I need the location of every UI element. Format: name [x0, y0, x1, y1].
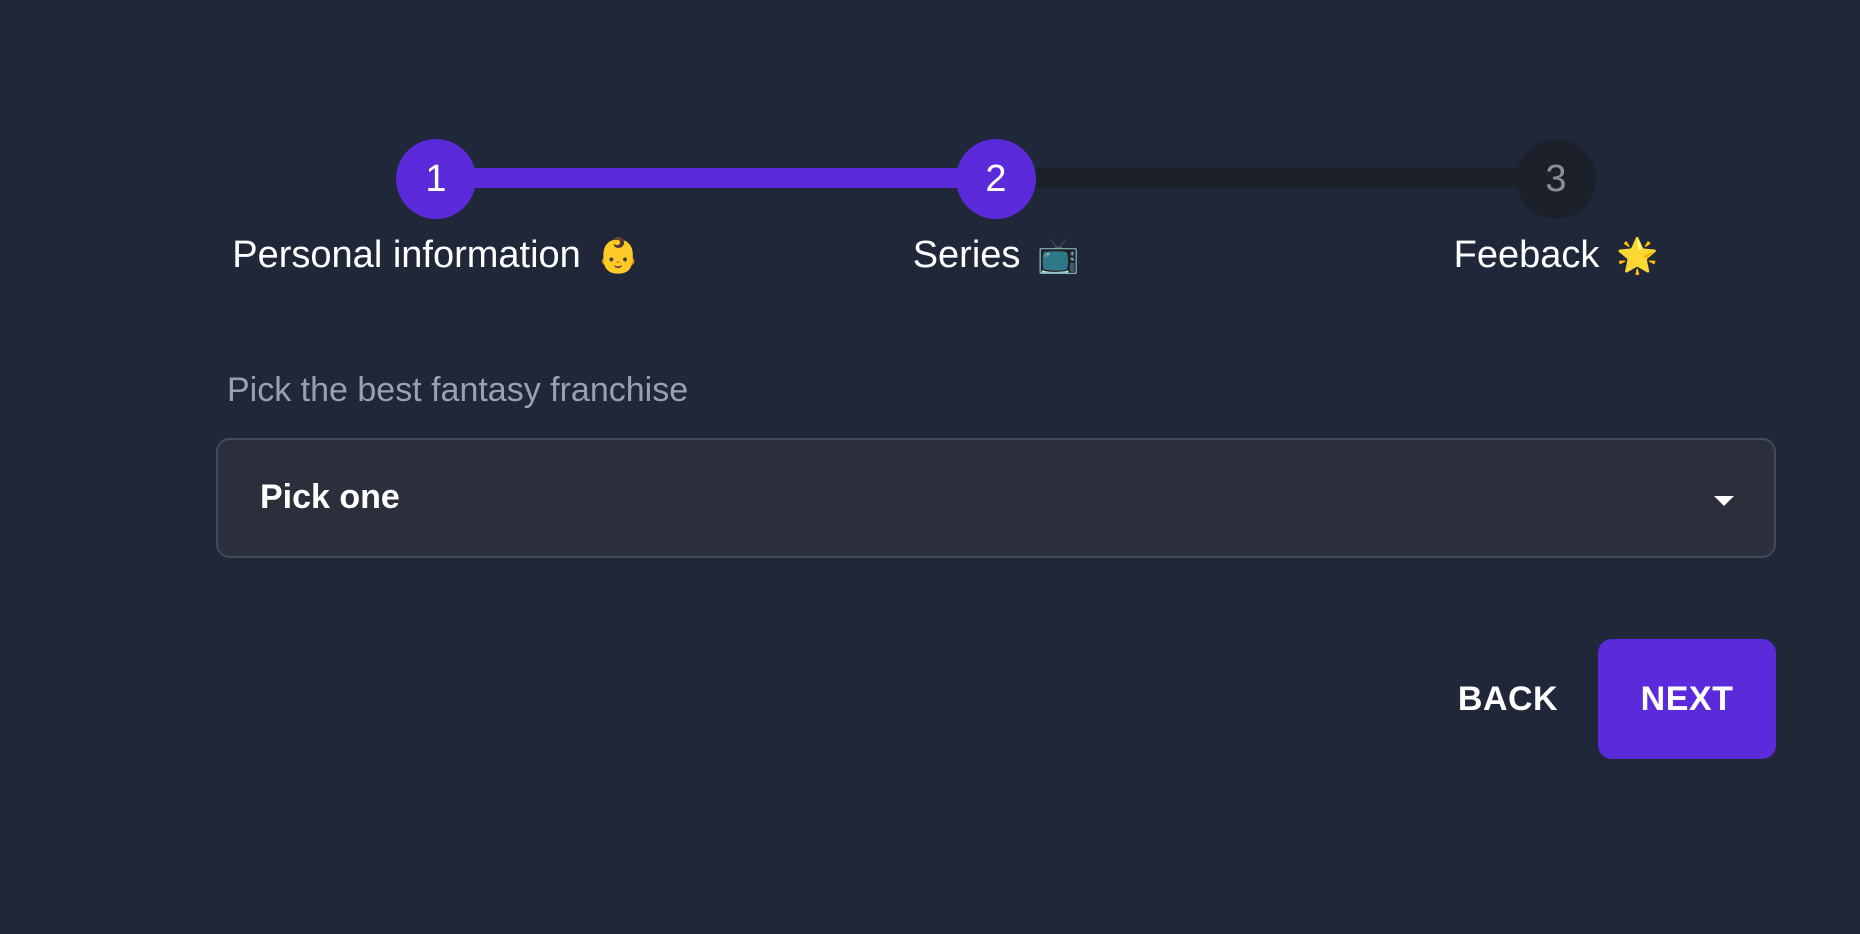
glowing-star-icon: 🌟: [1615, 237, 1659, 275]
step-2-label: Series 📺: [716, 234, 1276, 277]
step-2-circle: 2: [956, 139, 1036, 219]
franchise-field-label: Pick the best fantasy franchise: [227, 371, 689, 409]
next-button[interactable]: NEXT: [1598, 639, 1776, 759]
baby-icon: 👶: [597, 237, 640, 275]
franchise-select[interactable]: Pick one: [216, 438, 1776, 558]
step-3-circle: 3: [1516, 139, 1596, 219]
step-1-label-text: Personal information: [232, 234, 581, 276]
back-button[interactable]: BACK: [1436, 639, 1580, 759]
step-3-label: Feeback 🌟: [1276, 234, 1836, 277]
step-1-circle: 1: [396, 139, 476, 219]
step-2-label-text: Series: [912, 234, 1021, 276]
connector-completed: [436, 168, 996, 188]
television-icon: 📺: [1036, 237, 1080, 275]
franchise-select-value: Pick one: [260, 478, 400, 516]
connector-upcoming: [996, 168, 1556, 188]
chevron-down-icon: [1714, 496, 1734, 506]
step-1-label: Personal information 👶: [156, 234, 716, 277]
step-3-label-text: Feeback: [1453, 234, 1600, 276]
stepper: 1 2 3 Personal information 👶 Series 📺 Fe…: [0, 0, 1860, 300]
